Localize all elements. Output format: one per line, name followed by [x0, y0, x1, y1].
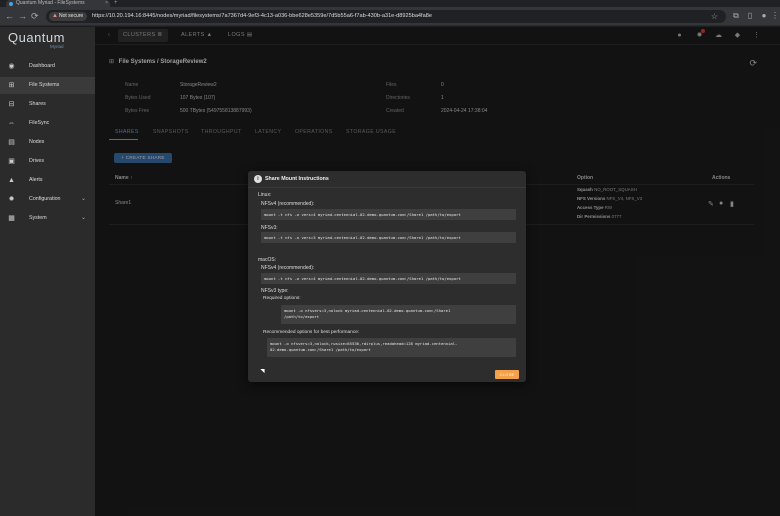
sidebar-item-alerts[interactable]: ▲ Alerts: [0, 172, 95, 189]
bell-icon: ▲: [8, 177, 15, 184]
linux-nfsv4-label: NFSv4 (recommended):: [261, 201, 315, 207]
sidebar-item-file-systems[interactable]: ⊞ File Systems: [0, 77, 95, 94]
share-mount-instructions-dialog: i Share Mount Instructions Linux: NFSv4 …: [248, 171, 526, 382]
favicon-icon: [9, 1, 13, 6]
sidebar-item-label: File Systems: [29, 82, 60, 88]
browser-tab-strip: Quantum Myriad - FileSystems × +: [0, 0, 780, 7]
sidebar-item-label: Nodes: [29, 139, 45, 145]
not-secure-badge[interactable]: ▲ Not secure: [49, 12, 88, 21]
sidebar-item-label: System: [29, 215, 47, 221]
sidebar-item-dashboard[interactable]: ◉ Dashboard: [0, 58, 95, 75]
file-tree-icon: ⊞: [8, 82, 15, 89]
sidebar-item-label: FileSync: [29, 120, 50, 126]
sidebar-item-drives[interactable]: ▣ Drives: [0, 153, 95, 170]
dialog-divider: [248, 187, 526, 188]
macos-required-options-label: Required options:: [263, 296, 301, 301]
macos-performance-command[interactable]: mount -o nfsvers=3,nolock,rwsize=65536,r…: [267, 338, 516, 357]
browser-tab-title: Quantum Myriad - FileSystems: [16, 0, 85, 6]
address-bar[interactable]: ▲ Not secure https://10.20.194.16:8445/n…: [46, 10, 726, 23]
forward-arrow-icon[interactable]: →: [18, 11, 27, 21]
sidebar-item-filesync[interactable]: ⇔ FileSync: [0, 115, 95, 132]
myriad-logo-sub: Myriad: [50, 44, 64, 49]
browser-toolbar: ← → ⟳ ▲ Not secure https://10.20.194.16:…: [0, 7, 780, 26]
drive-icon: ▣: [8, 158, 15, 165]
share-icon: ⊟: [8, 101, 15, 108]
macos-nfsv4-label: NFSv4 (recommended):: [261, 265, 315, 271]
sync-arrows-icon: ⇔: [8, 120, 15, 127]
macos-heading: macOS:: [258, 257, 277, 263]
sidebar: Quantum Myriad ◉ Dashboard ⊞ File System…: [0, 27, 95, 516]
bookmark-star-icon[interactable]: ☆: [711, 10, 718, 23]
linux-heading: Linux:: [258, 192, 272, 198]
chevron-down-icon: ⌄: [80, 215, 86, 221]
browser-tab[interactable]: Quantum Myriad - FileSystems ×: [6, 0, 110, 7]
browser-menu-icon[interactable]: ⋮: [770, 10, 780, 22]
dashboard-icon: ◉: [8, 63, 15, 70]
profile-icon[interactable]: ●: [759, 10, 769, 22]
macos-performance-label: Recommended options for best performance…: [263, 330, 360, 335]
info-icon: i: [254, 175, 262, 183]
server-icon: ▤: [8, 139, 15, 146]
warning-icon: ▲: [52, 13, 58, 19]
sidebar-item-label: Drives: [29, 158, 45, 164]
sidebar-item-configuration[interactable]: ✹ Configuration ⌄: [0, 191, 95, 208]
sidebar-item-system[interactable]: ▦ System ⌄: [0, 210, 95, 227]
sidebar-item-nodes[interactable]: ▤ Nodes: [0, 134, 95, 151]
macos-nfsv3-label: NFSv3 type:: [261, 288, 289, 294]
close-tab-icon[interactable]: ×: [105, 0, 108, 7]
linux-nfsv3-command[interactable]: mount -t nfs -o vers=3 myriad-centennial…: [261, 232, 516, 243]
macos-required-command[interactable]: mount -o nfsvers=3,nolock myriad-centenn…: [281, 305, 516, 324]
not-secure-label: Not secure: [59, 13, 84, 19]
back-arrow-icon[interactable]: ←: [5, 11, 14, 21]
sidebar-item-label: Alerts: [29, 177, 43, 183]
split-view-icon[interactable]: ▯: [745, 10, 755, 22]
macos-nfsv4-command[interactable]: mount -t nfs -o vers=4 myriad-centennial…: [261, 273, 516, 284]
reload-icon[interactable]: ⟳: [31, 11, 39, 21]
dialog-title: Share Mount Instructions: [265, 176, 329, 182]
linux-nfsv3-label: NFSv3:: [261, 225, 278, 231]
close-button[interactable]: CLOSE: [495, 370, 519, 379]
sidebar-item-label: Configuration: [29, 196, 61, 202]
quantum-logo: Quantum: [8, 30, 65, 45]
sidebar-item-label: Dashboard: [29, 63, 55, 69]
url-text[interactable]: https://10.20.194.16:8445/nodes/myriad/f…: [92, 10, 432, 23]
gear-icon: ✹: [8, 196, 15, 203]
sidebar-item-label: Shares: [29, 101, 46, 107]
grid-icon: ▦: [8, 215, 15, 222]
extensions-icon[interactable]: ⧉: [731, 10, 741, 22]
new-tab-button[interactable]: +: [114, 0, 118, 7]
sidebar-item-shares[interactable]: ⊟ Shares: [0, 96, 95, 113]
linux-nfsv4-command[interactable]: mount -t nfs -o vers=4 myriad-centennial…: [261, 209, 516, 220]
chevron-down-icon: ⌄: [80, 196, 86, 202]
